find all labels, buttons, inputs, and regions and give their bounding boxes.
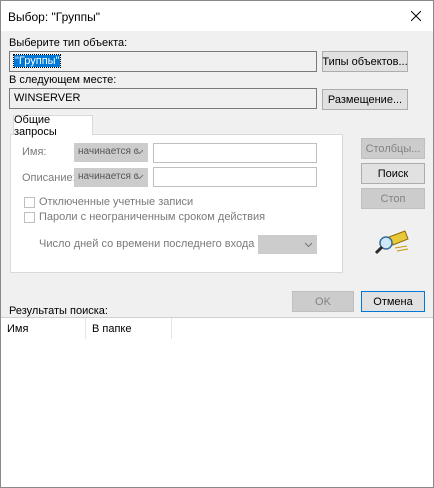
object-types-button[interactable]: Типы объектов... [322,51,408,72]
object-type-label: Выберите тип объекта: [9,37,128,49]
close-button[interactable] [399,1,433,31]
name-input[interactable] [153,143,317,163]
location-label: В следующем месте: [9,74,117,86]
object-type-field[interactable]: "Группы" [9,51,317,72]
window-title: Выбор: "Группы" [8,10,101,24]
search-flashlight-icon [374,229,409,255]
column-header-name[interactable]: Имя [1,318,86,339]
tab-label: Общие запросы [14,113,57,138]
no-expire-password-checkbox[interactable] [24,212,35,223]
name-match-value: начинается с [78,146,139,157]
dialog-window: Выбор: "Группы" Выберите тип объекта: "Г… [0,0,434,488]
ok-button[interactable]: OK [292,291,354,312]
locations-button[interactable]: Размещение... [322,89,408,110]
title-bar: Выбор: "Группы" [1,1,433,31]
disabled-accounts-checkbox[interactable] [24,197,35,208]
results-list[interactable]: Имя В папке [1,317,433,487]
tab-common-queries[interactable]: Общие запросы [13,113,93,138]
disabled-accounts-label: Отключенные учетные записи [39,196,194,208]
common-queries-pane: Имя: начинается с Описание: начинается с… [10,134,343,273]
no-expire-password-label: Пароли с неограниченным сроком действия [39,211,266,223]
column-header-folder[interactable]: В папке [86,318,172,339]
results-label: Результаты поиска: [9,305,108,317]
description-match-value: начинается с [78,171,139,182]
chevron-down-icon [304,240,313,251]
chevron-down-icon [135,172,144,183]
description-match-combo[interactable]: начинается с [74,168,148,187]
days-since-logon-combo[interactable] [258,235,317,254]
name-match-combo[interactable]: начинается с [74,143,148,162]
cancel-button[interactable]: Отмена [361,291,425,312]
description-label: Описание: [22,172,76,184]
columns-button[interactable]: Столбцы... [361,138,425,159]
name-label: Имя: [22,146,47,158]
description-input[interactable] [153,167,317,187]
close-icon [411,11,421,21]
location-field[interactable]: WINSERVER [9,88,317,109]
object-type-value: "Группы" [12,54,62,68]
stop-button[interactable]: Стоп [361,188,425,209]
chevron-down-icon [135,147,144,158]
find-button[interactable]: Поиск [361,163,425,184]
